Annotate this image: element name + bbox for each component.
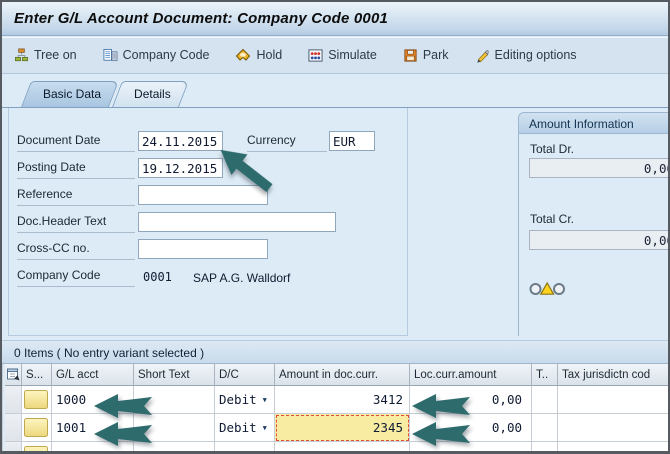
tree-on-button[interactable]: Tree on (14, 48, 77, 63)
tab-basic-data-label: Basic Data (26, 87, 114, 101)
status-chip-icon (24, 446, 48, 454)
tax-jurisdictn-cell[interactable] (558, 414, 670, 442)
dc-value: Debit (219, 420, 257, 435)
column-header-loc-curr[interactable]: Loc.curr.amount (410, 364, 532, 386)
total-dr-field: 0,00 (529, 158, 670, 178)
tab-strip: Basic Data Details (2, 81, 187, 107)
column-header-dc[interactable]: D/C (215, 364, 275, 386)
tab-details-label: Details (117, 87, 184, 101)
row-selector[interactable] (5, 442, 22, 454)
tax-code-cell[interactable] (532, 414, 558, 442)
page-title: Enter G/L Account Document: Company Code… (14, 10, 388, 27)
doc-header-text-label: Doc.Header Text (17, 214, 135, 233)
posting-date-input[interactable]: 19.12.2015 (138, 158, 223, 178)
hold-label: Hold (256, 48, 282, 62)
posting-date-label: Posting Date (17, 160, 135, 179)
status-cell[interactable] (22, 386, 52, 414)
dc-value: Debit (219, 392, 257, 407)
company-code-name: SAP A.G. Walldorf (193, 271, 290, 285)
status-chip-icon (24, 418, 48, 437)
amount-cell-selected[interactable]: 2345 (275, 414, 410, 442)
dc-dropdown[interactable]: Debit (215, 386, 275, 414)
tax-code-cell[interactable] (532, 386, 558, 414)
dc-dropdown[interactable]: Debit (215, 414, 275, 442)
amount-information-title: Amount Information (529, 117, 634, 131)
simulate-label: Simulate (328, 48, 377, 62)
company-code-icon (103, 48, 118, 63)
document-date-label: Document Date (17, 133, 135, 152)
editing-options-icon (475, 48, 490, 63)
reference-label: Reference (17, 187, 135, 206)
column-header-status[interactable]: S... (22, 364, 52, 386)
tree-on-icon (14, 48, 29, 63)
column-header-amount[interactable]: Amount in doc.curr. (275, 364, 410, 386)
title-bar: Enter G/L Account Document: Company Code… (2, 2, 668, 36)
table-select-icon (7, 368, 20, 381)
annotation-arrow (94, 394, 152, 418)
total-cr-field: 0,00 (529, 230, 670, 250)
company-code-value: 0001 (143, 270, 172, 284)
amount-information-panel: Amount Information Total Dr. 0,00 Total … (518, 112, 670, 336)
row-selector[interactable] (5, 386, 22, 414)
column-header-gl-acct[interactable]: G/L acct (52, 364, 134, 386)
editing-options-button[interactable]: Editing options (475, 48, 577, 63)
document-date-input[interactable]: 24.11.2015 (138, 131, 223, 151)
amount-information-body: Total Dr. 0,00 Total Cr. 0,00 (518, 134, 670, 336)
status-cell[interactable] (22, 442, 52, 454)
park-icon (403, 48, 418, 63)
amount-information-header: Amount Information (518, 112, 670, 134)
items-count-text: 0 Items ( No entry variant selected ) (14, 346, 204, 360)
tax-jurisdictn-cell[interactable] (558, 386, 670, 414)
amount-cell[interactable]: 3412 (275, 386, 410, 414)
park-button[interactable]: Park (403, 48, 449, 63)
tab-details[interactable]: Details (117, 81, 184, 107)
row-selector[interactable] (5, 414, 22, 442)
tax-code-cell[interactable] (532, 442, 558, 454)
column-header-t[interactable]: T.. (532, 364, 558, 386)
balance-status-lights-icon (528, 280, 568, 297)
dropdown-arrow-icon (257, 392, 267, 407)
currency-label: Currency (247, 133, 327, 152)
dc-dropdown[interactable] (215, 442, 275, 454)
editing-options-label: Editing options (495, 48, 577, 62)
total-cr-label: Total Cr. (530, 212, 574, 226)
park-label: Park (423, 48, 449, 62)
total-dr-label: Total Dr. (530, 142, 574, 156)
annotation-arrow (412, 394, 470, 418)
column-header-tax-jurisdictn[interactable]: Tax jurisdictn cod (558, 364, 670, 386)
company-code-label: Company Code (123, 48, 210, 62)
simulate-button[interactable]: Simulate (308, 48, 377, 63)
dropdown-arrow-icon (257, 420, 267, 435)
currency-input[interactable]: EUR (329, 131, 375, 151)
amount-cell[interactable] (275, 442, 410, 454)
hold-icon (235, 47, 251, 63)
select-all-header-cell[interactable] (5, 364, 22, 386)
company-code-label: Company Code (17, 268, 135, 287)
simulate-icon (308, 48, 323, 63)
doc-header-text-input[interactable] (138, 212, 336, 232)
hold-button[interactable]: Hold (235, 47, 282, 63)
tab-panel-border (2, 107, 668, 108)
company-code-button[interactable]: Company Code (103, 48, 210, 63)
cross-cc-no-input[interactable] (138, 239, 268, 259)
tab-basic-data[interactable]: Basic Data (26, 81, 114, 107)
sap-window: Enter G/L Account Document: Company Code… (0, 0, 670, 454)
annotation-arrow (94, 422, 152, 446)
cross-cc-no-label: Cross-CC no. (17, 241, 135, 260)
tree-on-label: Tree on (34, 48, 77, 62)
basic-data-panel: Document Date 24.11.2015 Currency EUR Po… (8, 107, 408, 336)
column-header-short-text[interactable]: Short Text (134, 364, 215, 386)
annotation-arrow (412, 422, 470, 446)
application-toolbar: Tree on Company Code Hold Sim (2, 37, 668, 74)
status-cell[interactable] (22, 414, 52, 442)
items-status-bar: 0 Items ( No entry variant selected ) (2, 340, 668, 364)
tax-jurisdictn-cell[interactable] (558, 442, 670, 454)
status-chip-icon (24, 390, 48, 409)
